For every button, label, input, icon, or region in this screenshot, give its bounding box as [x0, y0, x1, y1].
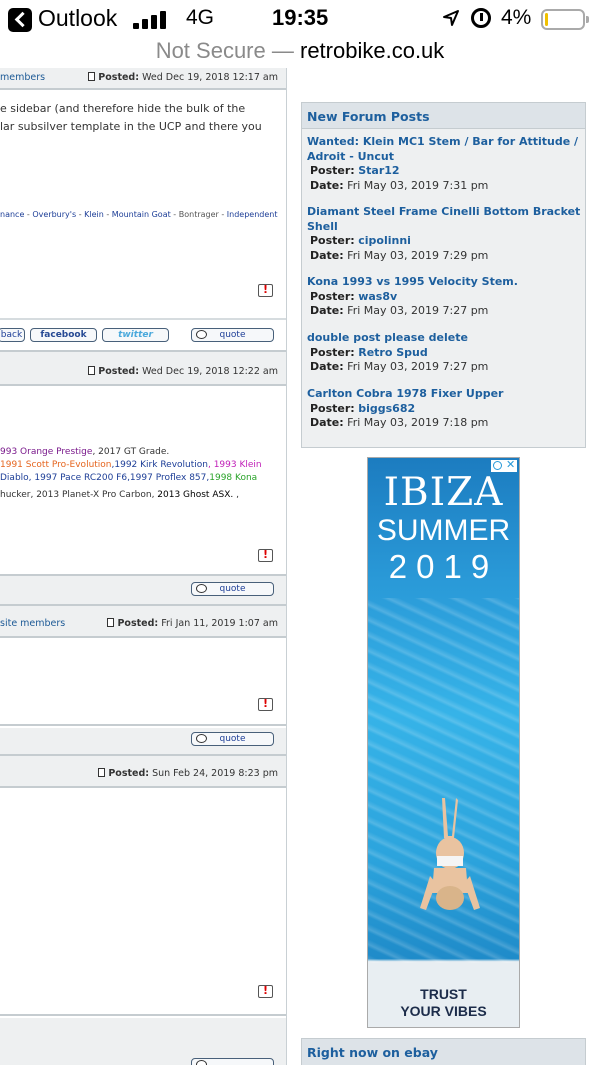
members-link[interactable]: site members [0, 618, 65, 629]
sig-link[interactable]: nance [0, 210, 24, 219]
new-post-title-link[interactable]: Kona 1993 vs 1995 Velocity Stem. [307, 275, 582, 290]
back-to-app-icon[interactable] [8, 8, 32, 32]
post-body [0, 638, 286, 728]
network-type: 4G [186, 6, 215, 29]
poster-link[interactable]: Star12 [358, 164, 399, 177]
divider [0, 1014, 286, 1016]
new-post-title-link[interactable]: Carlton Cobra 1978 Fixer Upper [307, 387, 582, 402]
status-bar: Outlook 4G 19:35 4% [0, 0, 600, 38]
report-post-icon[interactable] [258, 984, 273, 998]
url-domain: retrobike.co.uk [300, 38, 445, 63]
signature: nance - Overbury's - Klein - Mountain Go… [0, 210, 278, 219]
share-back-button[interactable]: back [0, 328, 25, 342]
report-post-icon[interactable] [258, 697, 273, 711]
poster-link[interactable]: biggs682 [358, 402, 415, 415]
new-post-title-link[interactable]: Diamant Steel Frame Cinelli Bottom Brack… [307, 205, 582, 234]
divider [0, 754, 286, 756]
ad-tagline: TRUST YOUR VIBES [400, 986, 487, 1019]
post-text-line: lar subsilver template in the UCP and th… [0, 120, 262, 133]
post-date: Fri May 03, 2019 7:31 pm [347, 178, 489, 192]
adchoices-icon[interactable] [493, 461, 502, 470]
clock: 19:35 [272, 5, 329, 30]
security-label: Not Secure [155, 38, 266, 63]
signature-line: Diablo, 1997 Pace RC200 F6,1997 Proflex … [0, 473, 258, 483]
post-date: Posted: Wed Dec 19, 2018 12:17 am [88, 72, 278, 83]
twitter-share-button[interactable]: twitter [102, 328, 169, 342]
poster-link[interactable]: was8v [358, 290, 397, 303]
ad-subheadline: SUMMER [376, 514, 511, 547]
post-date: Posted: Wed Dec 19, 2018 12:22 am [88, 366, 278, 377]
post-date: Posted: Fri Jan 11, 2019 1:07 am [107, 618, 278, 629]
signature-line: 993 Orange Prestige, 2017 GT Grade. [0, 447, 170, 457]
post-icon[interactable] [107, 618, 115, 627]
sig-link[interactable]: Overbury's [32, 210, 76, 219]
report-post-icon[interactable] [258, 283, 273, 297]
url-separator: — [271, 38, 294, 63]
post-date: Posted: Sun Feb 24, 2019 8:23 pm [98, 768, 278, 779]
divider [0, 724, 286, 726]
sig-link[interactable]: Mountain Goat [112, 210, 171, 219]
new-post-title-link[interactable]: Wanted: Klein MC1 Stem / Bar for Attitud… [307, 135, 582, 164]
ebay-panel: Right now on ebay [301, 1038, 586, 1065]
post-date: Fri May 03, 2019 7:27 pm [347, 304, 489, 317]
post-date: Fri May 03, 2019 7:29 pm [347, 248, 489, 262]
back-to-app-label[interactable]: Outlook [38, 5, 117, 32]
divider [0, 318, 286, 320]
divider [0, 604, 286, 606]
report-post-icon[interactable] [258, 548, 273, 562]
quote-button[interactable]: quote [191, 732, 274, 746]
poster-link[interactable]: cipolinni [358, 234, 411, 247]
post-date: Fri May 03, 2019 7:18 pm [347, 416, 489, 429]
advertisement-banner[interactable]: ✕ IBIZA SUMMER 2019 TRUST YOUR VIBES [367, 457, 520, 1028]
sig-text: Bontrager [178, 210, 219, 219]
quote-button[interactable]: quote [191, 328, 274, 342]
quote-button[interactable]: quote [191, 582, 274, 596]
quote-button[interactable] [191, 1058, 274, 1065]
post-icon[interactable] [88, 366, 96, 375]
sig-link[interactable]: Independent [227, 210, 278, 219]
ad-headline: IBIZA [383, 470, 504, 515]
signature-line: 1991 Scott Pro-Evolution,1992 Kirk Revol… [0, 460, 262, 470]
facebook-share-button[interactable]: facebook [30, 328, 97, 342]
cellular-signal-icon [133, 11, 167, 29]
panel-title: New Forum Posts [302, 103, 585, 129]
panel-title: Right now on ebay [307, 1045, 438, 1060]
ad-year: 2019 [388, 548, 499, 585]
divider [0, 574, 286, 576]
alarm-icon [471, 8, 491, 28]
poster-link[interactable]: Retro Spud [358, 346, 428, 359]
sig-link[interactable]: Klein [84, 210, 104, 219]
post-body [0, 788, 286, 1018]
new-forum-posts-panel: New Forum Posts Wanted: Klein MC1 Stem /… [301, 102, 586, 448]
swimmer-image [420, 798, 480, 910]
post-date: Fri May 03, 2019 7:27 pm [347, 360, 489, 373]
battery-icon [541, 9, 589, 30]
new-post-item: Diamant Steel Frame Cinelli Bottom Brack… [307, 205, 582, 262]
location-arrow-icon [443, 10, 459, 26]
new-post-item: Carlton Cobra 1978 Fixer Upper Poster: b… [307, 387, 582, 431]
signature-line: hucker, 2013 Planet-X Pro Carbon, 2013 G… [0, 490, 239, 500]
new-post-item: double post please delete Poster: Retro … [307, 331, 582, 375]
post-icon[interactable] [88, 72, 96, 81]
address-bar[interactable]: Not Secure — retrobike.co.uk [0, 38, 600, 68]
battery-percent: 4% [501, 6, 532, 29]
divider [0, 350, 286, 352]
forum-thread: members Posted: Wed Dec 19, 2018 12:17 a… [0, 68, 287, 1065]
new-post-item: Kona 1993 vs 1995 Velocity Stem. Poster:… [307, 275, 582, 319]
new-post-item: Wanted: Klein MC1 Stem / Bar for Attitud… [307, 135, 582, 193]
post-icon[interactable] [98, 768, 106, 777]
members-link[interactable]: members [0, 72, 45, 83]
post-text-line: e sidebar (and therefore hide the bulk o… [0, 102, 246, 115]
new-post-title-link[interactable]: double post please delete [307, 331, 582, 346]
